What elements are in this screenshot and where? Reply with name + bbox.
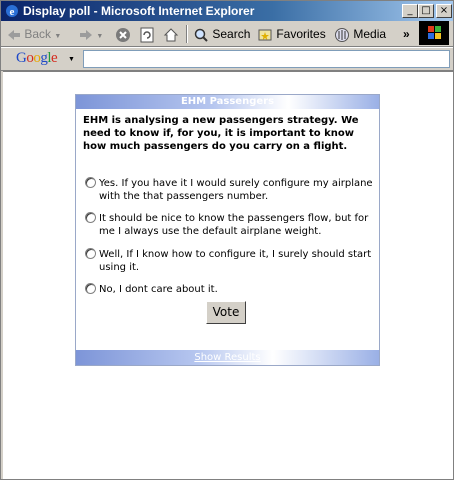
standard-toolbar: Back ▼ ▼ Search Favorites Media » (1, 21, 453, 47)
minimize-button[interactable]: _ (402, 4, 418, 18)
media-icon (335, 27, 349, 42)
browser-window: e Display poll - Microsoft Internet Expl… (0, 0, 454, 480)
forward-button[interactable]: ▼ (79, 25, 103, 43)
poll-box: EHM Passengers EHM is analysing a new pa… (75, 94, 380, 366)
poll-footer: Show Results (76, 350, 379, 365)
logo-letter: G (16, 50, 27, 66)
close-button[interactable]: × (436, 4, 452, 18)
stop-icon (116, 27, 130, 42)
svg-text:e: e (10, 6, 15, 18)
radio-button[interactable] (85, 177, 96, 188)
windows-logo (419, 21, 449, 45)
search-icon (194, 28, 208, 42)
poll-title: EHM Passengers (180, 96, 275, 107)
toolbar-overflow-button[interactable]: » (403, 25, 410, 43)
radio-button[interactable] (85, 283, 96, 294)
stop-button[interactable] (115, 25, 131, 43)
page-content: EHM Passengers EHM is analysing a new pa… (3, 71, 453, 479)
toolbar-separator (186, 25, 188, 43)
poll-option[interactable]: Well, If I know how to configure it, I s… (85, 248, 377, 274)
back-arrow-icon (8, 29, 20, 40)
poll-option-label: No, I dont care about it. (99, 284, 218, 295)
refresh-button[interactable] (139, 25, 155, 43)
poll-option-label: Well, If I know how to configure it, I s… (99, 249, 372, 273)
refresh-icon (140, 27, 154, 43)
favorites-label: Favorites (276, 27, 326, 41)
google-dropdown-icon[interactable]: ▼ (68, 56, 75, 63)
poll-header: EHM Passengers (76, 95, 379, 109)
poll-option-label: It should be nice to know the passengers… (99, 213, 369, 237)
favorites-icon (258, 29, 272, 41)
poll-question: EHM is analysing a new passengers strate… (83, 115, 359, 152)
radio-button[interactable] (85, 212, 96, 223)
poll-option[interactable]: No, I dont care about it. (85, 283, 377, 296)
forward-arrow-icon (80, 29, 92, 40)
radio-button[interactable] (85, 248, 96, 259)
poll-option-label: Yes. If you have it I would surely confi… (99, 178, 373, 202)
favorites-button[interactable]: Favorites (257, 25, 326, 43)
poll-option[interactable]: Yes. If you have it I would surely confi… (85, 177, 377, 203)
back-button[interactable]: Back ▼ (7, 25, 61, 43)
poll-option[interactable]: It should be nice to know the passengers… (85, 212, 377, 238)
back-label: Back (24, 27, 52, 41)
windows-flag-icon (428, 26, 441, 39)
vote-button[interactable]: Vote (206, 301, 246, 324)
maximize-button[interactable]: □ (418, 4, 434, 18)
search-label: Search (212, 27, 251, 41)
logo-letter: e (51, 50, 58, 66)
media-button[interactable]: Media (334, 25, 386, 43)
home-button[interactable] (163, 25, 179, 43)
forward-dropdown-icon: ▼ (96, 33, 104, 40)
media-label: Media (353, 27, 387, 41)
internet-explorer-icon: e (6, 5, 18, 18)
google-logo[interactable]: Google (16, 50, 58, 67)
window-title: Display poll - Microsoft Internet Explor… (23, 4, 255, 18)
google-toolbar: Google ▼ (1, 47, 453, 71)
google-search-input[interactable] (83, 50, 450, 68)
search-button[interactable]: Search (193, 25, 250, 43)
show-results-link[interactable]: Show Results (76, 352, 379, 363)
back-dropdown-icon: ▼ (54, 33, 62, 40)
home-icon (163, 28, 179, 42)
title-bar: e Display poll - Microsoft Internet Expl… (1, 1, 453, 21)
